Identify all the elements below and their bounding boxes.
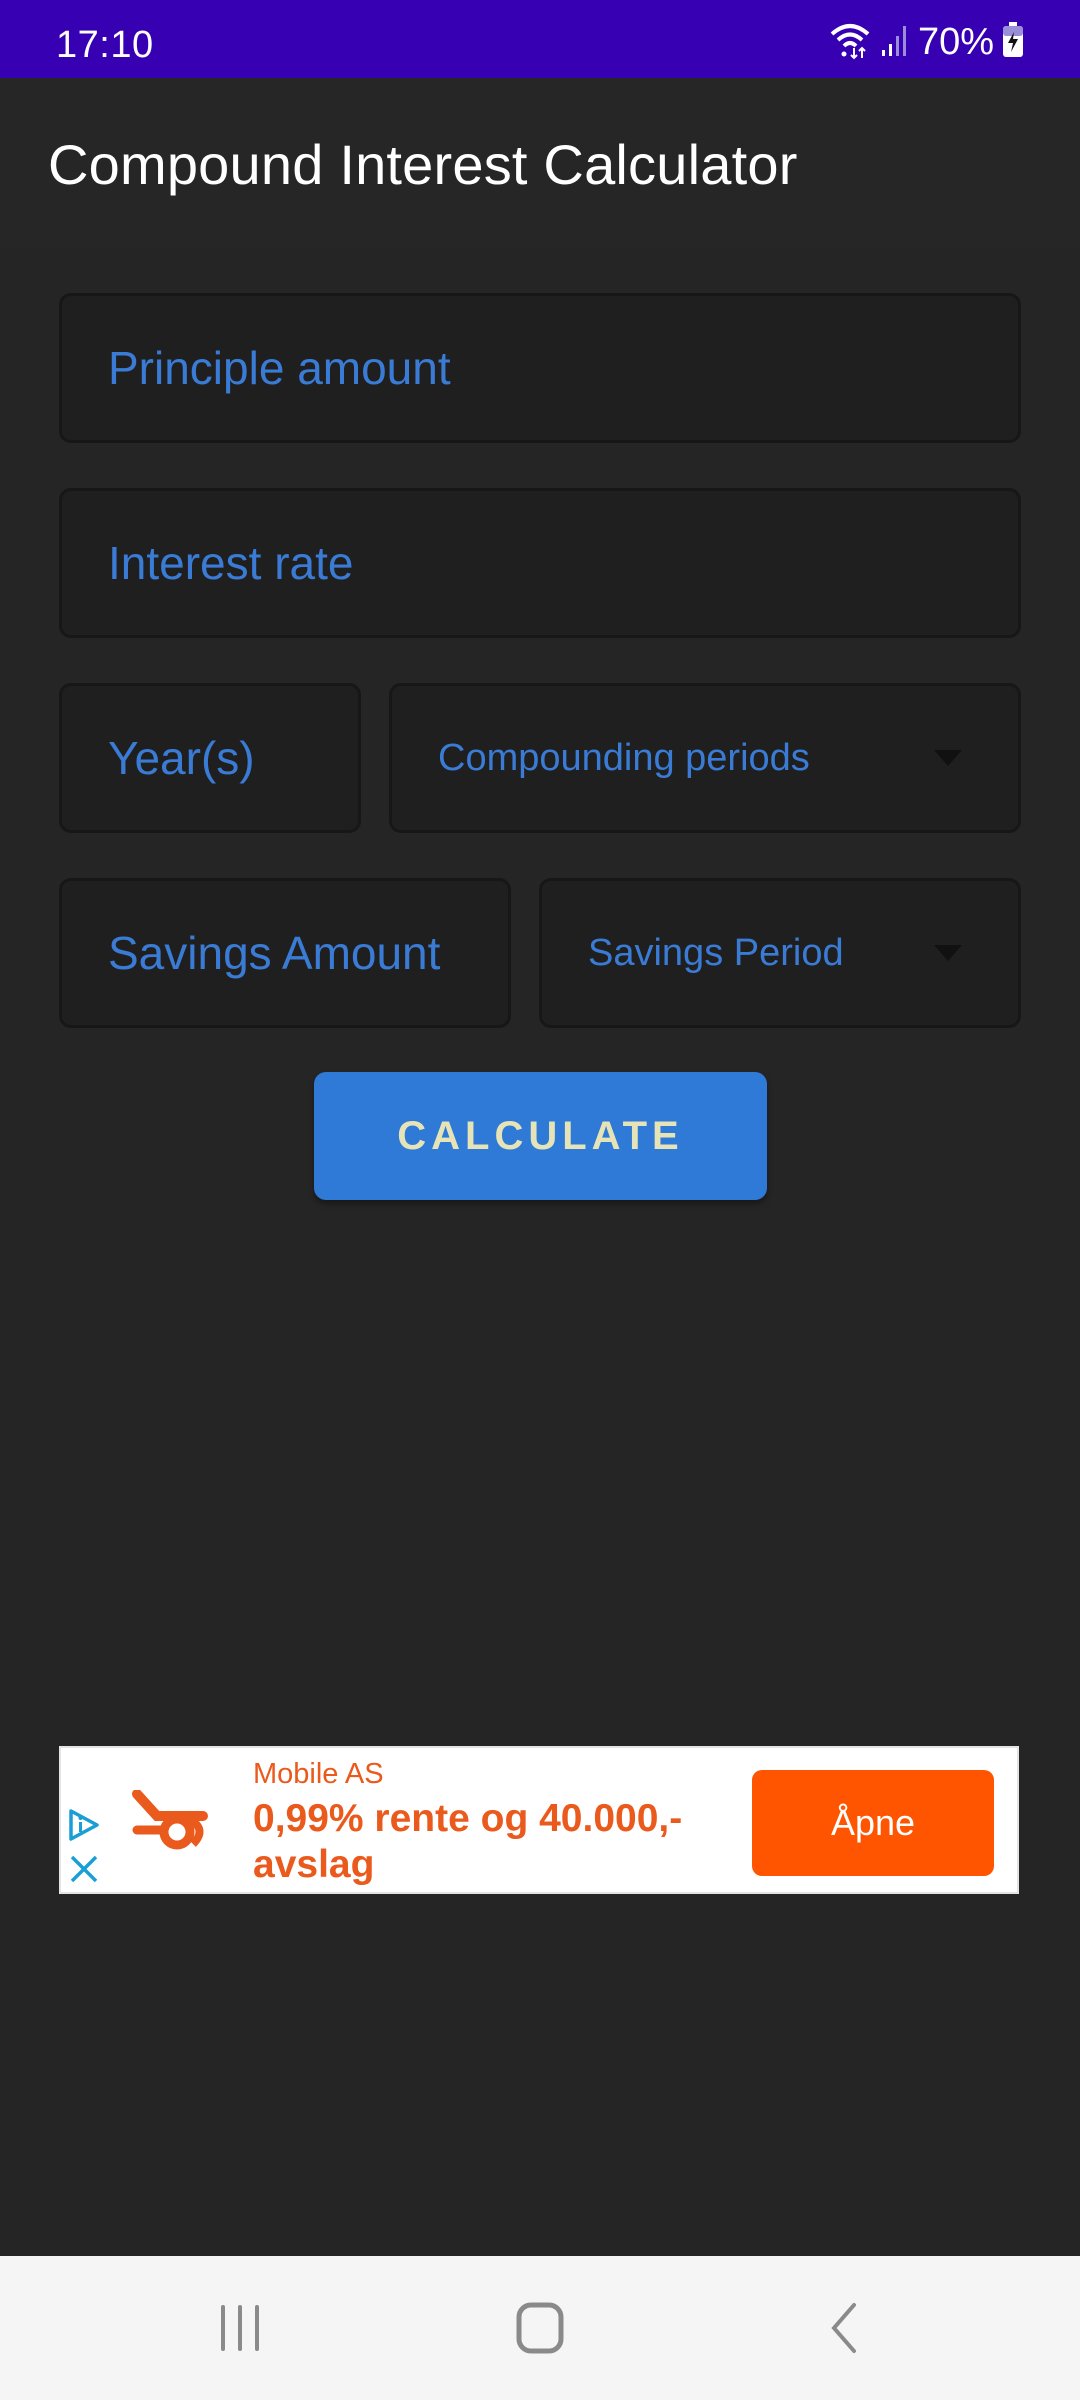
recent-apps-icon: [215, 2303, 265, 2358]
savings-amount-input[interactable]: Savings Amount: [59, 878, 511, 1028]
savings-period-selected: Savings Period: [588, 931, 844, 974]
status-time: 17:10: [56, 24, 154, 66]
compounding-periods-selected: Compounding periods: [438, 736, 810, 779]
interest-rate-placeholder: Interest rate: [108, 537, 354, 589]
calculate-button[interactable]: CALCULATE: [314, 1072, 767, 1200]
ad-open-button[interactable]: Åpne: [752, 1770, 994, 1876]
signal-icon: [880, 22, 910, 63]
advertiser-logo-icon: [131, 1789, 211, 1857]
savings-period-dropdown[interactable]: Savings Period: [539, 878, 1021, 1028]
ad-headline: 0,99% rente og 40.000,- avslag: [253, 1797, 683, 1886]
years-placeholder: Year(s): [108, 732, 255, 784]
system-nav-bar: [0, 2256, 1080, 2400]
ad-choices-icon[interactable]: [67, 1808, 101, 1847]
home-icon: [515, 2302, 565, 2359]
app-bar: Compound Interest Calculator: [0, 78, 1080, 248]
ad-banner[interactable]: Mobile AS 0,99% rente og 40.000,- avslag…: [59, 1746, 1019, 1894]
dropdown-arrow-icon: [934, 945, 962, 961]
principal-amount-placeholder: Principle amount: [108, 342, 451, 394]
wifi-icon: [828, 20, 872, 65]
home-button[interactable]: [500, 2298, 580, 2362]
years-input[interactable]: Year(s): [59, 683, 361, 833]
dropdown-arrow-icon: [934, 750, 962, 766]
status-bar: 17:10 70%: [0, 0, 1080, 78]
status-icons: 70%: [828, 20, 1024, 64]
recent-apps-button[interactable]: [200, 2298, 280, 2362]
ad-close-icon[interactable]: [69, 1854, 99, 1889]
savings-amount-placeholder: Savings Amount: [108, 927, 441, 979]
principal-amount-input[interactable]: Principle amount: [59, 293, 1021, 443]
back-button[interactable]: [804, 2298, 884, 2362]
battery-percent: 70%: [917, 20, 994, 63]
interest-rate-input[interactable]: Interest rate: [59, 488, 1021, 638]
back-icon: [824, 2302, 864, 2359]
page-title: Compound Interest Calculator: [48, 133, 798, 196]
ad-advertiser: Mobile AS: [253, 1758, 384, 1790]
compounding-periods-dropdown[interactable]: Compounding periods: [389, 683, 1021, 833]
battery-charging-icon: [1002, 21, 1024, 63]
